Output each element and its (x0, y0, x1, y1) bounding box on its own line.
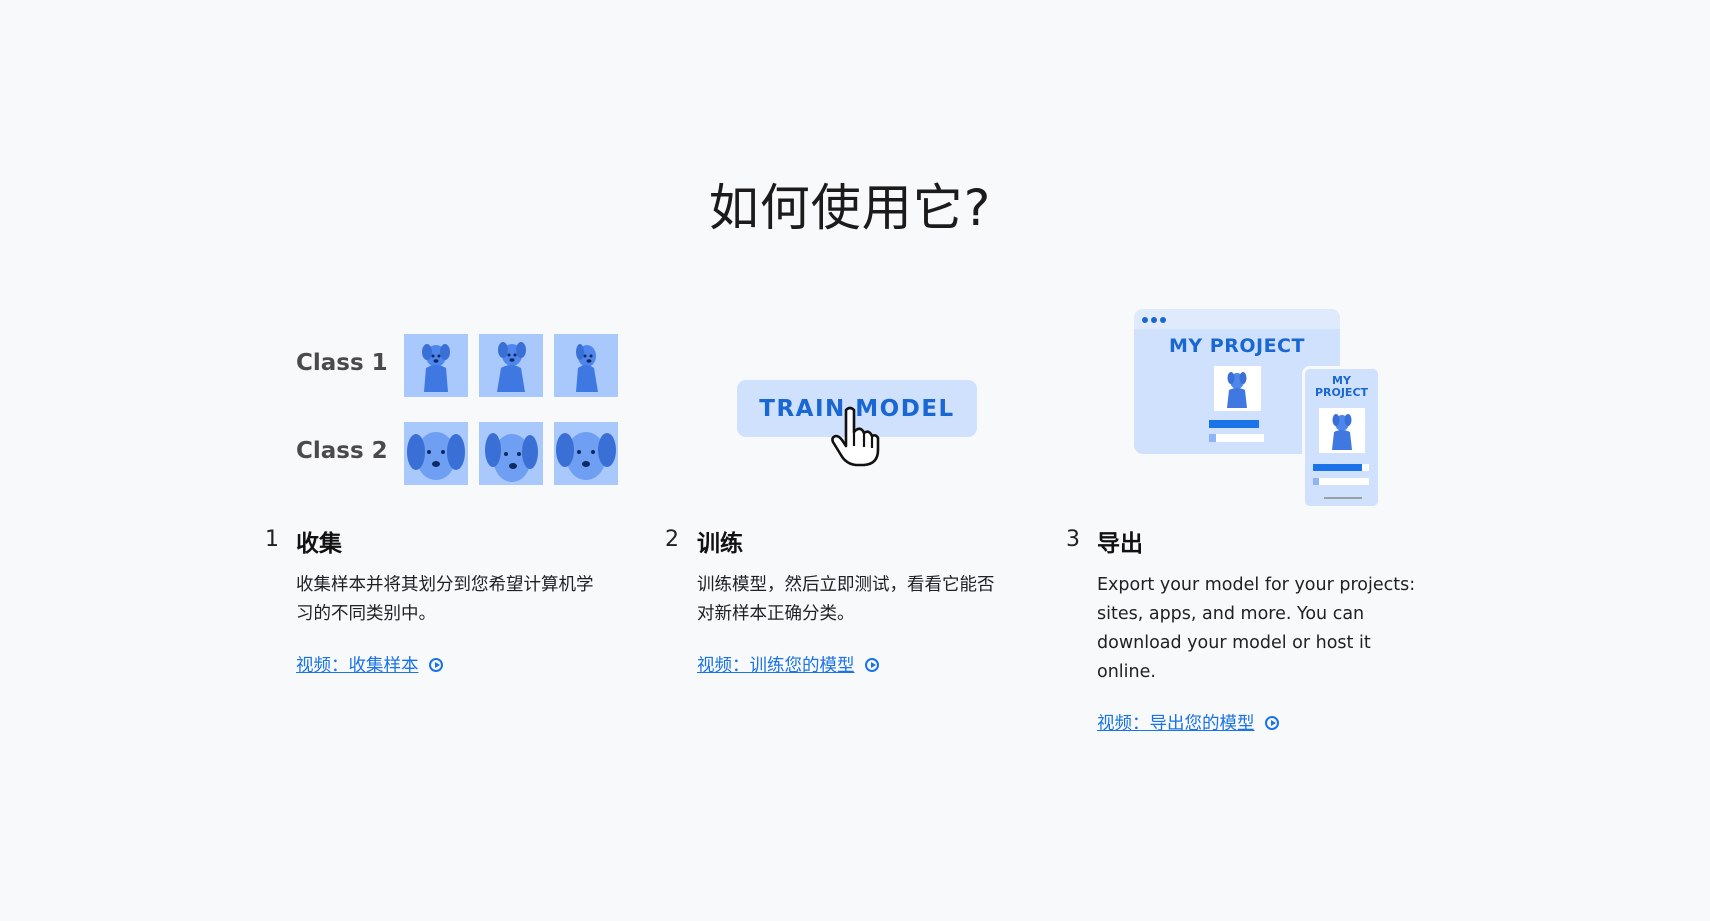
page-title: 如何使用它? (708, 179, 992, 237)
step-description: 训练模型，然后立即测试，看看它能否 对新样本正确分类。 (697, 571, 995, 629)
step-description-line: online. (1097, 662, 1156, 682)
step-description-line: Export your model for your projects: (1097, 575, 1416, 595)
class-2-sample-3 (554, 422, 618, 485)
dog-face-icon (485, 433, 538, 482)
step-description: Export your model for your projects: sit… (1097, 571, 1415, 687)
video-link-label: 视频：收集样本 (296, 656, 419, 676)
play-circle-icon (428, 657, 443, 672)
phone-preview-image (1319, 408, 1365, 453)
step-number: 1 (265, 527, 279, 552)
video-link-train[interactable]: 视频：训练您的模型 (697, 652, 879, 677)
phone-title-line-2: PROJECT (1314, 386, 1369, 399)
phone-home-indicator (1324, 497, 1362, 499)
sitting-dog-icon (1227, 372, 1247, 408)
step-title: 导出 (1097, 531, 1143, 557)
step-description: 收集样本并将其划分到您希望计算机学 习的不同类别中。 (296, 571, 594, 629)
step-description-line: 对新样本正确分类。 (697, 604, 855, 624)
play-circle-icon (1264, 715, 1279, 730)
placeholder-bar-icon (1313, 478, 1369, 485)
class-1-sample-3 (554, 334, 618, 397)
dog-face-icon (556, 432, 616, 480)
window-dot-icon (1142, 317, 1148, 323)
sitting-dog-icon (497, 342, 526, 392)
step-number: 2 (665, 527, 679, 552)
video-link-label: 视频：训练您的模型 (697, 656, 855, 676)
class-2-label: Class 2 (296, 438, 388, 464)
placeholder-bar-marker (1313, 478, 1319, 485)
step-number: 3 (1066, 527, 1080, 552)
phone-project-title: MY PROJECT (1305, 375, 1378, 399)
class-2-sample-1 (404, 422, 468, 485)
hand-cursor-icon (831, 406, 880, 467)
video-link-label: 视频：导出您的模型 (1097, 714, 1255, 734)
step-description-line: download your model or host it (1097, 633, 1371, 653)
dog-face-icon (407, 432, 465, 480)
sitting-dog-icon (576, 344, 598, 392)
placeholder-bar-icon (1209, 434, 1264, 442)
step-title: 收集 (296, 531, 342, 557)
progress-bar-icon (1209, 420, 1259, 428)
project-phone: MY PROJECT (1302, 366, 1381, 509)
step-description-line: 训练模型，然后立即测试，看看它能否 (697, 575, 995, 595)
window-dot-icon (1151, 317, 1157, 323)
step-description-line: 习的不同类别中。 (296, 604, 436, 624)
progress-bar-icon (1313, 464, 1362, 471)
video-link-collect[interactable]: 视频：收集样本 (296, 652, 443, 677)
step-title: 训练 (697, 531, 743, 557)
step-description-line: sites, apps, and more. You can (1097, 604, 1365, 624)
sitting-dog-icon (422, 344, 450, 392)
browser-title-bar (1134, 309, 1340, 329)
video-link-export[interactable]: 视频：导出您的模型 (1097, 710, 1279, 735)
step-description-line: 收集样本并将其划分到您希望计算机学 (296, 575, 594, 595)
class-1-label: Class 1 (296, 350, 388, 376)
class-2-sample-2 (479, 422, 543, 485)
class-1-sample-2 (479, 334, 543, 397)
browser-preview-image (1214, 366, 1261, 411)
sitting-dog-icon (1332, 414, 1352, 450)
window-dot-icon (1160, 317, 1166, 323)
placeholder-bar-marker (1209, 434, 1216, 442)
browser-project-title: MY PROJECT (1169, 335, 1305, 357)
class-1-sample-1 (404, 334, 468, 397)
play-circle-icon (864, 657, 879, 672)
